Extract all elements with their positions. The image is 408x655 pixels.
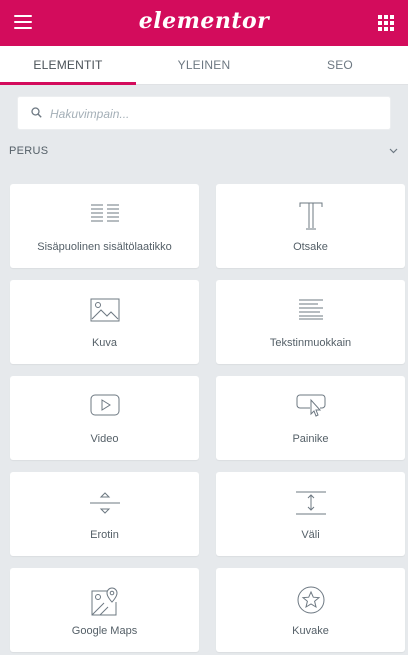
- elementor-logo: elementor: [138, 8, 270, 34]
- widget-spacer[interactable]: Väli: [216, 472, 405, 556]
- tab-elements[interactable]: ELEMENTIT: [0, 46, 136, 85]
- search-input[interactable]: [48, 97, 382, 131]
- button-icon: [296, 394, 325, 417]
- category-title: PERUS: [9, 145, 49, 157]
- search-box: [17, 96, 391, 131]
- widget-label: Painike: [292, 433, 329, 445]
- tab-seo[interactable]: SEO: [272, 46, 408, 84]
- widget-label: Kuvake: [292, 625, 329, 637]
- widget-label: Video: [90, 433, 119, 445]
- widgets-grid-icon[interactable]: [378, 15, 394, 31]
- widget-google-maps[interactable]: Google Maps: [10, 568, 199, 652]
- divider-icon: [89, 492, 120, 514]
- category-header[interactable]: PERUS: [0, 142, 408, 162]
- heading-icon: [299, 202, 322, 230]
- widget-label: Sisäpuolinen sisältölaatikko: [37, 241, 172, 253]
- widget-label: Väli: [301, 529, 320, 541]
- google-maps-icon: [91, 587, 118, 616]
- widget-label: Erotin: [90, 529, 119, 541]
- panel-tabs: ELEMENTIT YLEINEN SEO: [0, 46, 408, 85]
- widget-label: Google Maps: [71, 625, 138, 637]
- search-icon: [31, 107, 42, 118]
- widget-label: Otsake: [293, 241, 328, 253]
- widget-button[interactable]: Painike: [216, 376, 405, 460]
- image-icon: [90, 298, 119, 322]
- video-icon: [90, 394, 119, 416]
- inner-section-icon: [90, 204, 119, 222]
- chevron-down-icon: [389, 148, 398, 154]
- widget-text-editor[interactable]: Tekstinmuokkain: [216, 280, 405, 364]
- widget-label: Kuva: [91, 337, 118, 349]
- top-bar: elementor: [0, 0, 408, 46]
- star-icon: [297, 586, 324, 614]
- widget-label: Tekstinmuokkain: [269, 337, 352, 349]
- widget-video[interactable]: Video: [10, 376, 199, 460]
- widget-icon[interactable]: Kuvake: [216, 568, 405, 652]
- tab-global[interactable]: YLEINEN: [136, 46, 272, 84]
- widget-heading[interactable]: Otsake: [216, 184, 405, 268]
- widget-divider[interactable]: Erotin: [10, 472, 199, 556]
- widget-inner-section[interactable]: Sisäpuolinen sisältölaatikko: [10, 184, 199, 268]
- text-editor-icon: [298, 299, 323, 320]
- widget-image[interactable]: Kuva: [10, 280, 199, 364]
- spacer-icon: [295, 491, 326, 515]
